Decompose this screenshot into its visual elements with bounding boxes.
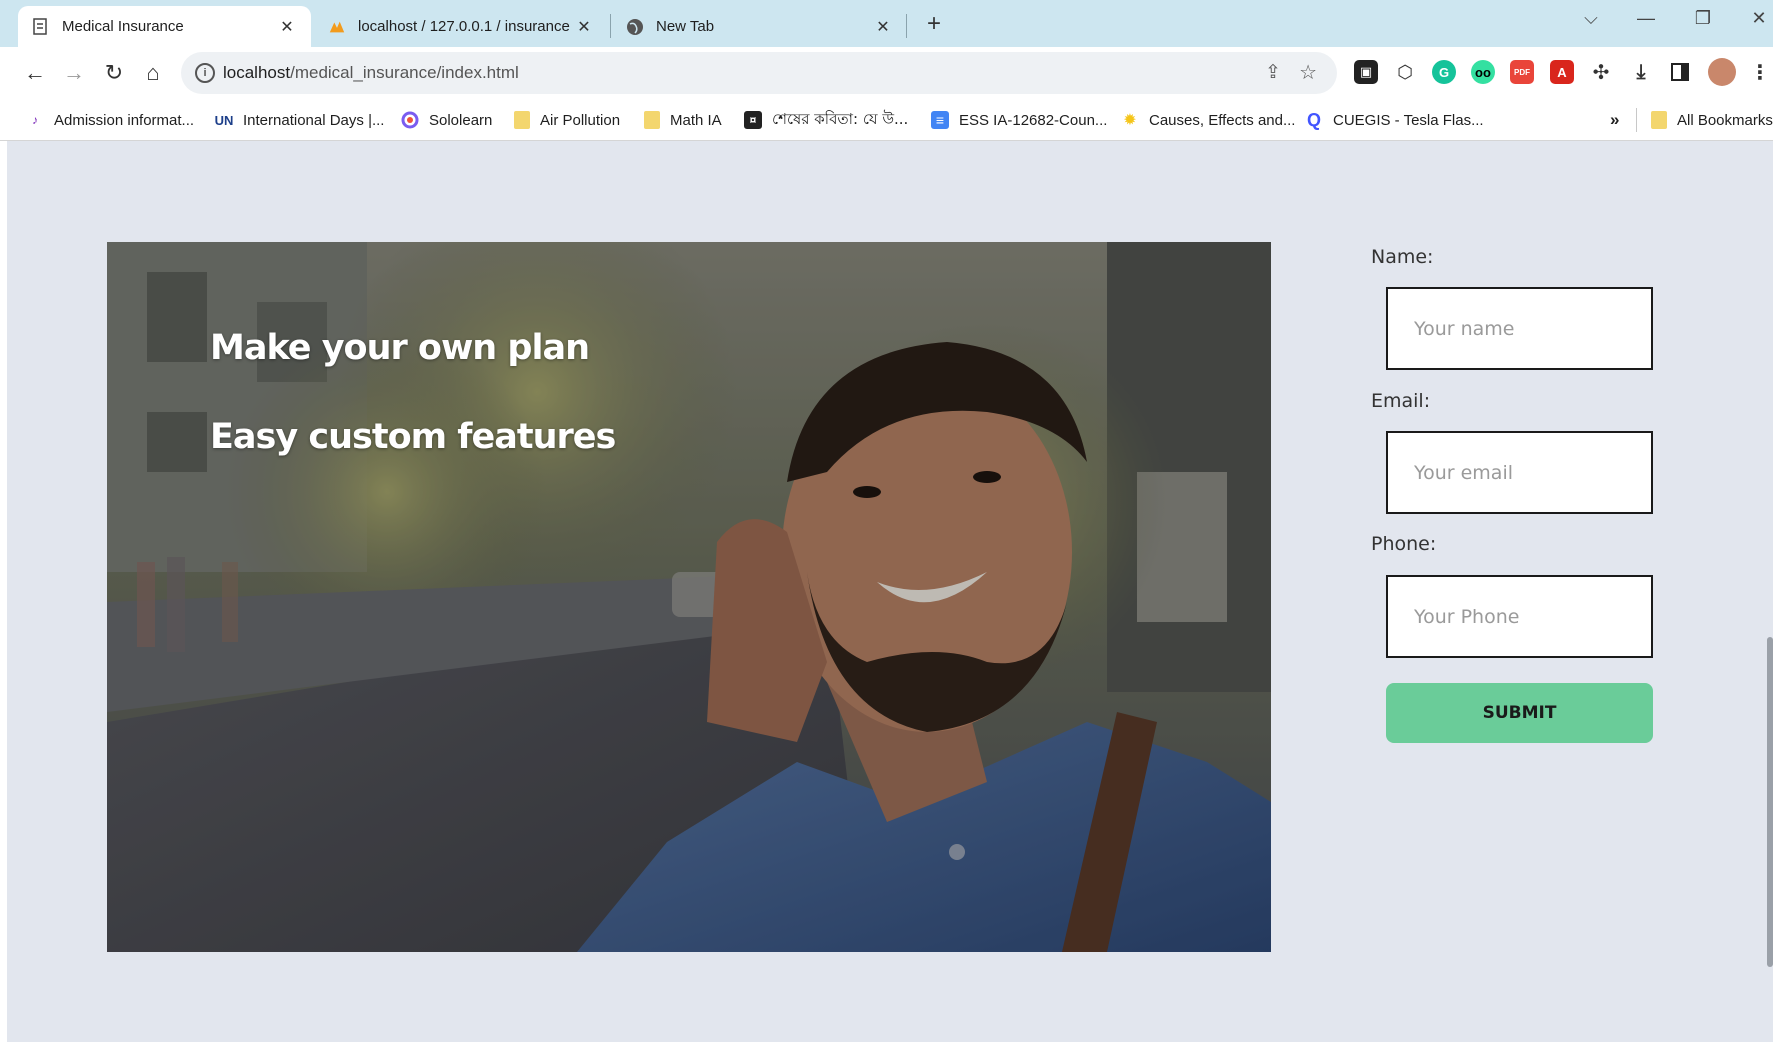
restore-button[interactable]: ❐	[1688, 8, 1718, 29]
bookmark-label: Causes, Effects and...	[1149, 111, 1296, 129]
docs-icon: ≡	[931, 111, 949, 129]
bookmark-international-days[interactable]: UN International Days |...	[214, 108, 385, 132]
sololearn-icon	[401, 111, 419, 129]
hero-heading-features: Easy custom features	[210, 417, 616, 457]
tripadvisor-icon[interactable]: oo	[1471, 60, 1495, 84]
bookmark-star-icon[interactable]: ☆	[1299, 60, 1317, 85]
side-panel-icon[interactable]	[1668, 60, 1692, 84]
bookmark-label: International Days |...	[243, 111, 385, 129]
tab-strip: Medical Insurance ✕ localhost / 127.0.0.…	[0, 0, 1773, 47]
name-label: Name:	[1371, 246, 1434, 268]
email-input[interactable]	[1386, 431, 1653, 514]
back-button[interactable]: ←	[19, 57, 51, 89]
bookmark-shesher-kobita[interactable]: ¤ শেষের কবিতা: যে উ...	[744, 108, 908, 132]
tab-separator	[906, 14, 907, 38]
address-bar[interactable]: i localhost/medical_insurance/index.html…	[181, 52, 1337, 94]
home-button[interactable]: ⌂	[137, 57, 169, 89]
menu-icon[interactable]: ⋮	[1748, 60, 1772, 84]
all-bookmarks-button[interactable]: All Bookmarks	[1651, 108, 1773, 132]
bookmark-label: Math IA	[670, 111, 722, 129]
close-tab-icon[interactable]: ✕	[873, 17, 893, 37]
name-input[interactable]	[1386, 287, 1653, 370]
un-logo-icon: UN	[214, 112, 234, 128]
document-favicon-icon	[32, 17, 50, 36]
folder-icon	[514, 111, 530, 129]
email-label: Email:	[1371, 390, 1431, 412]
tab-phpmyadmin[interactable]: localhost / 127.0.0.1 / insurance ✕	[314, 6, 608, 47]
cube-icon[interactable]: ⬡	[1393, 60, 1417, 84]
bookmark-causes-effects[interactable]: ✹ Causes, Effects and...	[1121, 108, 1295, 132]
bookmark-ess-ia[interactable]: ≡ ESS IA-12682-Coun...	[931, 108, 1107, 132]
bookmark-admission[interactable]: ♪ Admission informat...	[26, 108, 194, 132]
pdf-extension-icon[interactable]: PDF	[1510, 60, 1534, 84]
bookmark-cuegis[interactable]: Q CUEGIS - Tesla Flas...	[1305, 108, 1484, 132]
acrobat-icon[interactable]: A	[1550, 60, 1574, 84]
tab-new-tab[interactable]: New Tab ✕	[612, 6, 907, 47]
folder-icon	[644, 111, 660, 129]
forward-button[interactable]: →	[58, 57, 90, 89]
share-icon[interactable]: ⇪	[1265, 61, 1281, 84]
url-host: localhost	[223, 63, 291, 82]
bookmark-label: Sololearn	[429, 111, 493, 129]
folder-icon	[1651, 111, 1667, 129]
new-tab-button[interactable]: +	[920, 10, 948, 38]
tab-separator	[610, 14, 611, 38]
hero-banner: Make your own plan Easy custom features	[107, 242, 1271, 952]
tab-title: localhost / 127.0.0.1 / insurance	[358, 18, 570, 35]
tab-search-dropdown-icon[interactable]: ⌵	[1576, 8, 1606, 29]
book-icon: ¤	[744, 111, 762, 129]
close-window-button[interactable]: ✕	[1744, 8, 1773, 29]
bookmark-label: Admission informat...	[54, 111, 195, 129]
hero-heading-plan: Make your own plan	[210, 328, 590, 368]
bookmark-label: All Bookmarks	[1677, 111, 1773, 129]
scrollbar-thumb[interactable]	[1767, 637, 1773, 967]
tab-title: New Tab	[656, 18, 715, 35]
minimize-button[interactable]: —	[1631, 8, 1661, 29]
page-viewport: Make your own plan Easy custom features …	[7, 141, 1773, 1042]
globe-icon	[626, 18, 644, 36]
bookmark-sololearn[interactable]: Sololearn	[401, 108, 492, 132]
sun-icon: ✹	[1123, 112, 1137, 129]
download-icon[interactable]: ⤓	[1629, 60, 1653, 84]
bookmark-label: CUEGIS - Tesla Flas...	[1333, 111, 1484, 129]
tab-title: Medical Insurance	[62, 18, 184, 35]
quizlet-icon: Q	[1306, 109, 1321, 130]
close-tab-icon[interactable]: ✕	[277, 17, 297, 37]
bookmark-separator	[1636, 108, 1637, 132]
bookmarks-bar: ♪ Admission informat... UN International…	[0, 99, 1773, 141]
scrollbar-track[interactable]	[1765, 141, 1773, 1042]
bird-logo-icon: ♪	[32, 113, 38, 127]
close-tab-icon[interactable]: ✕	[574, 17, 594, 37]
url-text[interactable]: localhost/medical_insurance/index.html	[223, 63, 519, 83]
tab-manager-icon[interactable]: ▣	[1354, 60, 1378, 84]
profile-avatar[interactable]	[1708, 58, 1736, 86]
tab-medical-insurance[interactable]: Medical Insurance ✕	[18, 6, 311, 47]
bookmark-label: ESS IA-12682-Coun...	[959, 111, 1108, 129]
submit-button[interactable]: SUBMIT	[1386, 683, 1653, 743]
puzzle-icon[interactable]: ✣	[1589, 60, 1613, 84]
site-info-icon[interactable]: i	[195, 63, 215, 83]
phone-input[interactable]	[1386, 575, 1653, 658]
bookmark-air-pollution[interactable]: Air Pollution	[514, 108, 620, 132]
grammarly-icon[interactable]: G	[1432, 60, 1456, 84]
bookmark-math-ia[interactable]: Math IA	[644, 108, 722, 132]
bookmark-label: Air Pollution	[540, 111, 621, 129]
bookmark-label: শেষের কবিতা: যে উ...	[772, 109, 909, 128]
url-path: /medical_insurance/index.html	[290, 63, 519, 82]
reload-button[interactable]: ↻	[98, 57, 130, 89]
phpmyadmin-favicon-icon	[328, 18, 346, 36]
browser-toolbar: ← → ↻ ⌂ i localhost/medical_insurance/in…	[0, 47, 1773, 99]
phone-label: Phone:	[1371, 533, 1437, 555]
more-bookmarks-button[interactable]: »	[1610, 108, 1619, 132]
